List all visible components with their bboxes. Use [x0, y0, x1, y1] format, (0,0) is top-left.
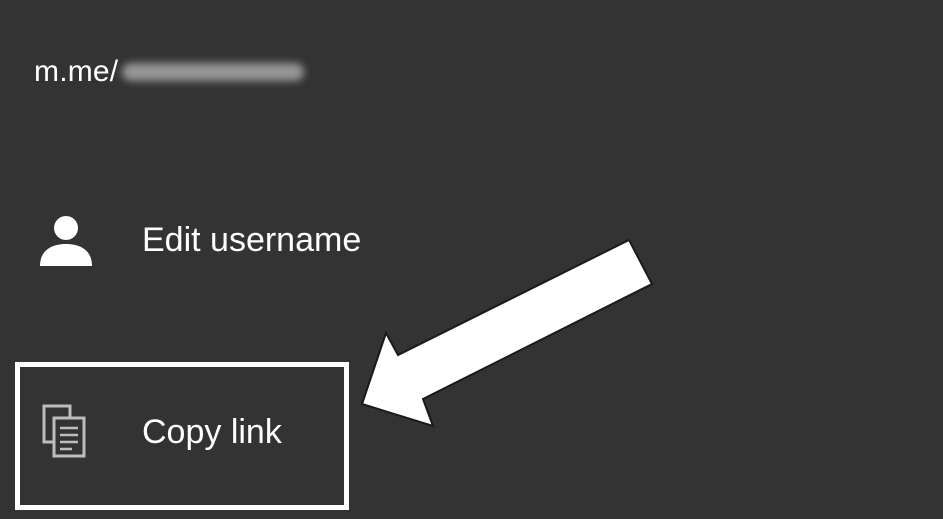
blurred-username — [122, 63, 305, 81]
copy-icon — [34, 400, 98, 464]
copy-link-item[interactable]: Copy link — [34, 400, 282, 464]
person-icon — [34, 208, 98, 272]
edit-username-label: Edit username — [142, 220, 362, 259]
profile-link-prefix: m.me/ — [34, 55, 119, 88]
profile-link: m.me/ — [34, 52, 305, 92]
copy-link-label: Copy link — [142, 412, 282, 451]
edit-username-item[interactable]: Edit username — [34, 208, 361, 272]
